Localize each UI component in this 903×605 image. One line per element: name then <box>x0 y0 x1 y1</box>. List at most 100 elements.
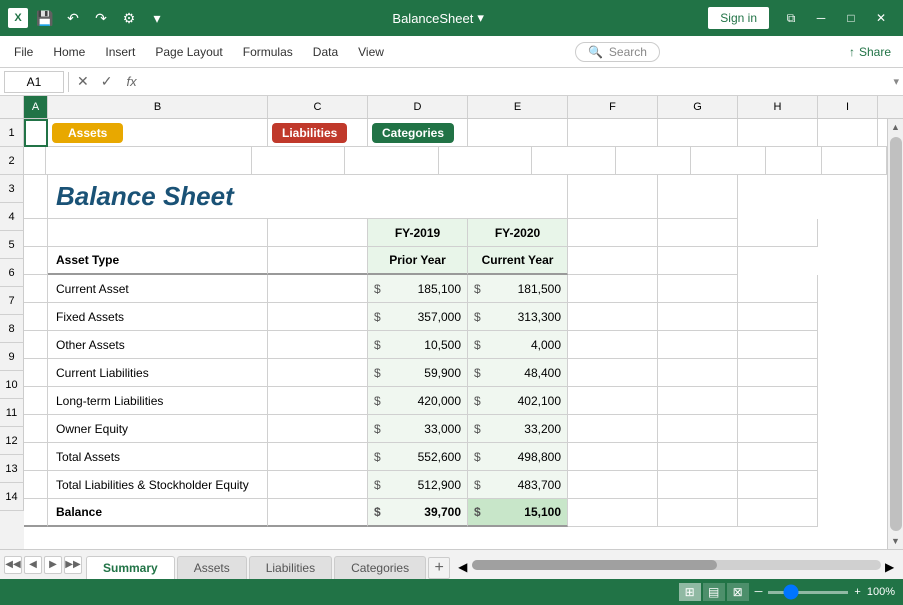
cell-G14[interactable] <box>658 499 738 527</box>
zoom-plus[interactable]: + <box>854 586 860 598</box>
cell-J1[interactable] <box>878 119 887 147</box>
cell-D11[interactable]: $ 33,000 <box>368 415 468 443</box>
cell-G11[interactable] <box>658 415 738 443</box>
filename-dropdown-icon[interactable]: ▾ <box>477 10 484 26</box>
cell-A2[interactable] <box>24 147 46 175</box>
cell-B8[interactable]: Other Assets <box>48 331 268 359</box>
row-header-3[interactable]: 3 <box>0 175 24 203</box>
cell-G2[interactable] <box>616 147 691 175</box>
cell-G13[interactable] <box>658 471 738 499</box>
redo-icon[interactable]: ↷ <box>90 7 112 29</box>
autosave-icon[interactable]: 💾 <box>34 7 56 29</box>
tab-assets[interactable]: Assets <box>177 556 247 579</box>
cell-A7[interactable] <box>24 303 48 331</box>
cell-D8[interactable]: $ 10,500 <box>368 331 468 359</box>
cell-H7[interactable] <box>738 303 818 331</box>
cell-G4[interactable] <box>658 219 738 247</box>
cell-C13[interactable] <box>268 471 368 499</box>
cell-B5-header[interactable]: Asset Type <box>48 247 268 275</box>
cell-D9[interactable]: $ 59,900 <box>368 359 468 387</box>
sheet-nav-prev[interactable]: ◀ <box>24 556 42 574</box>
sheet-nav-last[interactable]: ▶▶ <box>64 556 82 574</box>
cell-B10[interactable]: Long-term Liabilities <box>48 387 268 415</box>
row-header-8[interactable]: 8 <box>0 315 24 343</box>
zoom-slider[interactable] <box>768 591 848 594</box>
cell-A14[interactable] <box>24 499 48 527</box>
col-header-F[interactable]: F <box>568 96 658 118</box>
cell-F13[interactable] <box>568 471 658 499</box>
cell-E7[interactable]: $ 313,300 <box>468 303 568 331</box>
cell-F14[interactable] <box>568 499 658 527</box>
cell-E4-fy2020[interactable]: FY-2020 <box>468 219 568 247</box>
sheet-nav-next[interactable]: ▶ <box>44 556 62 574</box>
h-scrollbar-thumb[interactable] <box>472 560 717 570</box>
cell-A9[interactable] <box>24 359 48 387</box>
col-header-E[interactable]: E <box>468 96 568 118</box>
cell-A1[interactable] <box>24 119 48 147</box>
cell-F10[interactable] <box>568 387 658 415</box>
assets-button[interactable]: Assets <box>52 123 123 143</box>
cell-B9[interactable]: Current Liabilities <box>48 359 268 387</box>
cell-E8[interactable]: $ 4,000 <box>468 331 568 359</box>
cell-E6[interactable]: $ 181,500 <box>468 275 568 303</box>
row-header-13[interactable]: 13 <box>0 455 24 483</box>
cell-E14[interactable]: $ 15,100 <box>468 499 568 527</box>
cell-I2[interactable] <box>766 147 822 175</box>
row-header-7[interactable]: 7 <box>0 287 24 315</box>
sheet-nav-first[interactable]: ◀◀ <box>4 556 22 574</box>
restore-button[interactable]: ⧉ <box>777 7 805 29</box>
cell-G7[interactable] <box>658 303 738 331</box>
cell-C6[interactable] <box>268 275 368 303</box>
cell-G10[interactable] <box>658 387 738 415</box>
cell-H4[interactable] <box>738 219 818 247</box>
cell-B12[interactable]: Total Assets <box>48 443 268 471</box>
cell-D12[interactable]: $ 552,600 <box>368 443 468 471</box>
cell-A8[interactable] <box>24 331 48 359</box>
cell-E5-header[interactable]: Current Year <box>468 247 568 275</box>
scroll-down-btn[interactable]: ▼ <box>889 533 903 549</box>
cell-D4-fy2019[interactable]: FY-2019 <box>368 219 468 247</box>
col-header-G[interactable]: G <box>658 96 738 118</box>
cell-D10[interactable]: $ 420,000 <box>368 387 468 415</box>
cell-A4[interactable] <box>24 219 48 247</box>
confirm-formula-button[interactable]: ✓ <box>97 73 117 90</box>
formula-expand-icon[interactable]: ▾ <box>893 75 899 88</box>
cell-G9[interactable] <box>658 359 738 387</box>
cell-H6[interactable] <box>738 275 818 303</box>
quick-access-dropdown[interactable]: ▾ <box>146 7 168 29</box>
row-header-10[interactable]: 10 <box>0 371 24 399</box>
cell-H13[interactable] <box>738 471 818 499</box>
cell-F4[interactable] <box>568 219 658 247</box>
col-header-B[interactable]: B <box>48 96 268 118</box>
cell-F5[interactable] <box>568 247 658 275</box>
cell-F12[interactable] <box>568 443 658 471</box>
menu-view[interactable]: View <box>348 41 394 63</box>
cell-H1[interactable] <box>738 119 818 147</box>
cell-reference-input[interactable] <box>4 71 64 93</box>
cell-D14[interactable]: $ 39,700 <box>368 499 468 527</box>
tab-summary[interactable]: Summary <box>86 556 175 579</box>
cell-C7[interactable] <box>268 303 368 331</box>
cell-A13[interactable] <box>24 471 48 499</box>
cell-A10[interactable] <box>24 387 48 415</box>
cell-G8[interactable] <box>658 331 738 359</box>
cell-B2[interactable] <box>46 147 251 175</box>
cell-E1[interactable] <box>468 119 568 147</box>
cancel-formula-button[interactable]: ✕ <box>73 73 93 90</box>
cell-C5[interactable] <box>268 247 368 275</box>
cell-B6[interactable]: Current Asset <box>48 275 268 303</box>
row-header-14[interactable]: 14 <box>0 483 24 511</box>
cell-A5[interactable] <box>24 247 48 275</box>
categories-button[interactable]: Categories <box>372 123 454 143</box>
scroll-up-btn[interactable]: ▲ <box>889 119 903 135</box>
cell-B11[interactable]: Owner Equity <box>48 415 268 443</box>
cell-E12[interactable]: $ 498,800 <box>468 443 568 471</box>
cell-B4[interactable] <box>48 219 268 247</box>
cell-J2[interactable] <box>822 147 887 175</box>
cell-E9[interactable]: $ 48,400 <box>468 359 568 387</box>
undo-icon[interactable]: ↶ <box>62 7 84 29</box>
row-header-12[interactable]: 12 <box>0 427 24 455</box>
row-header-9[interactable]: 9 <box>0 343 24 371</box>
cell-D7[interactable]: $ 357,000 <box>368 303 468 331</box>
menu-file[interactable]: File <box>4 41 43 63</box>
